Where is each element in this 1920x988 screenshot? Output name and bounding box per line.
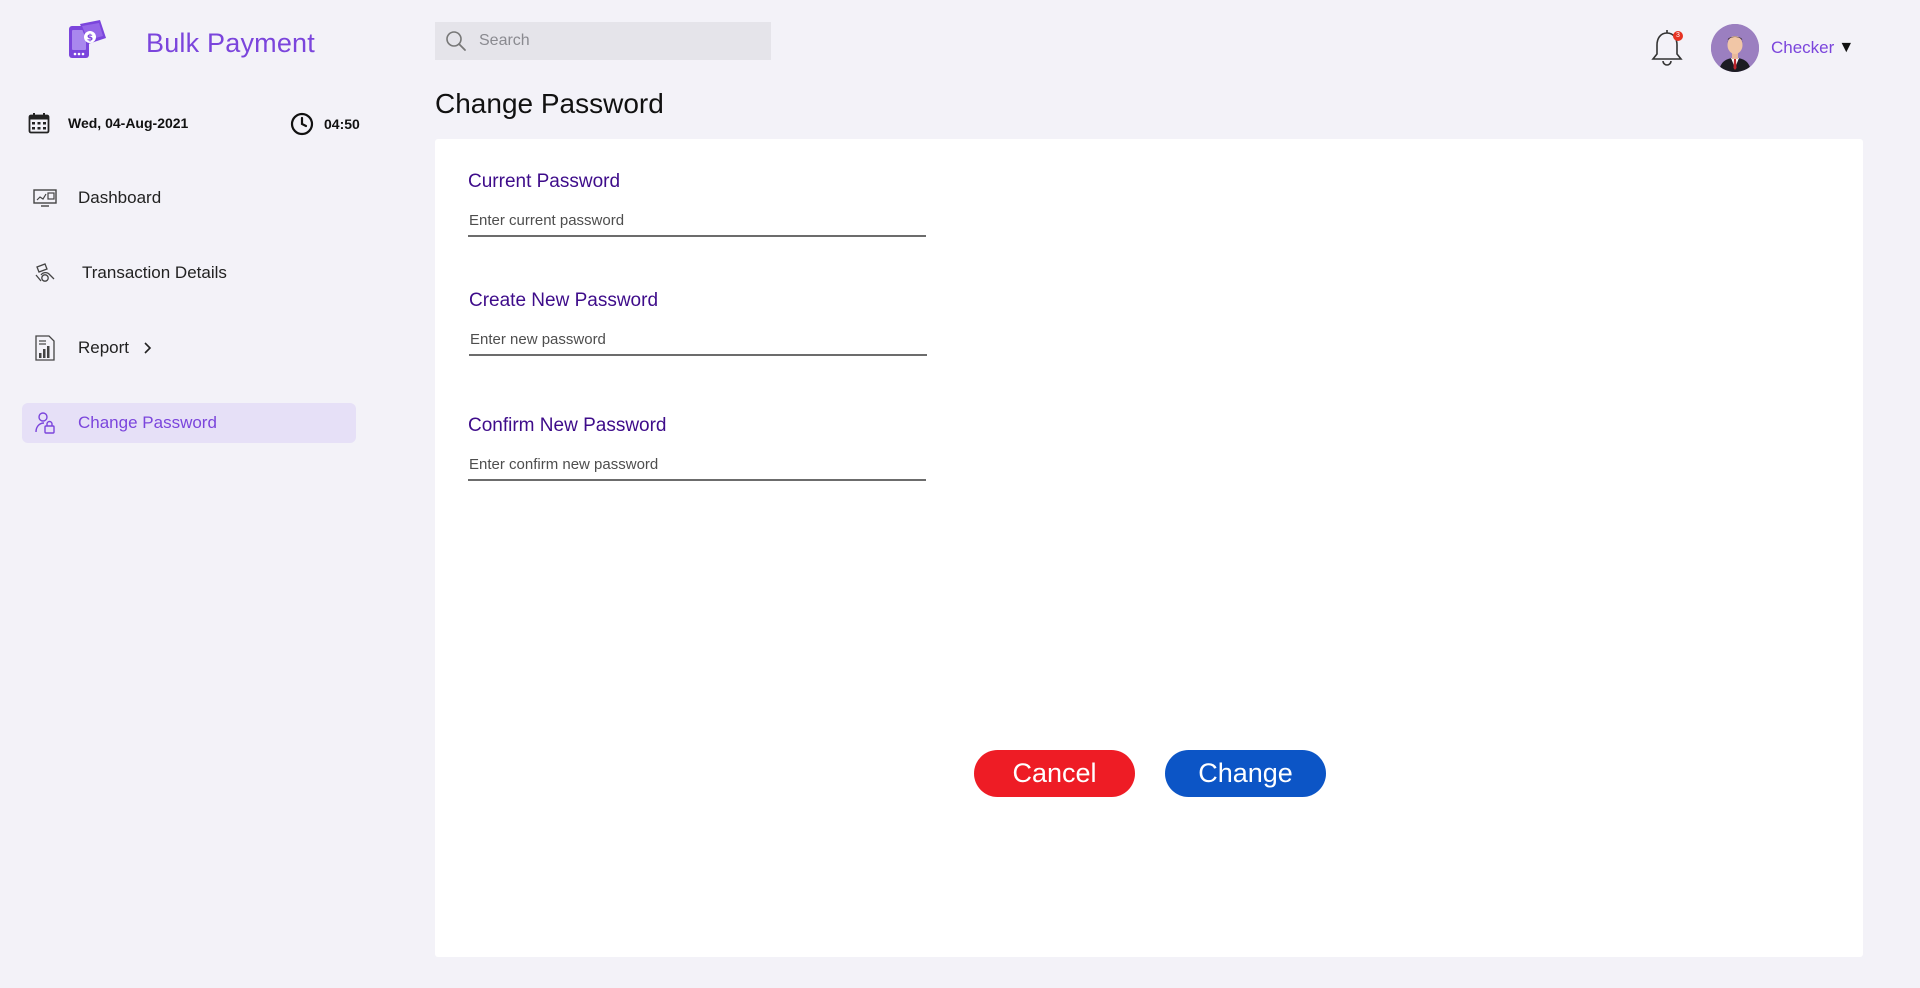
user-avatar-icon <box>1711 24 1759 72</box>
sidebar-item-change-password[interactable]: Change Password <box>22 403 356 443</box>
new-password-input[interactable] <box>469 324 927 356</box>
current-password-input[interactable] <box>468 205 926 237</box>
datetime-bar: Wed, 04-Aug-2021 04:50 <box>28 112 364 138</box>
confirm-password-input[interactable] <box>468 449 926 481</box>
svg-text:$: $ <box>87 34 93 44</box>
search-icon <box>446 31 466 51</box>
report-icon <box>32 335 58 361</box>
user-name: Checker <box>1771 38 1835 57</box>
dashboard-icon <box>32 185 58 211</box>
page-title: Change Password <box>435 88 664 119</box>
confirm-password-label: Confirm New Password <box>468 415 667 436</box>
notification-button[interactable]: 3 <box>1650 28 1686 68</box>
sidebar-item-dashboard[interactable]: Dashboard <box>22 178 356 218</box>
new-password-field: Create New Password <box>469 290 927 356</box>
clock-icon <box>290 112 314 136</box>
calendar-icon <box>28 113 50 134</box>
search-bar[interactable] <box>435 22 771 60</box>
user-menu[interactable]: Checker ▼ <box>1771 38 1854 58</box>
current-password-field: Current Password <box>468 171 926 237</box>
search-input[interactable] <box>479 32 759 50</box>
sidebar-item-report[interactable]: Report <box>22 328 356 368</box>
date-display: Wed, 04-Aug-2021 <box>28 112 188 134</box>
sidebar-item-transaction-details[interactable]: Transaction Details <box>22 253 356 293</box>
brand[interactable]: $ Bulk Payment <box>66 20 315 66</box>
sidebar-item-label: Change Password <box>78 413 217 432</box>
current-password-label: Current Password <box>468 171 621 192</box>
lock-person-icon <box>32 410 58 436</box>
change-button[interactable]: Change <box>1165 750 1326 797</box>
time-text: 04:50 <box>324 116 360 132</box>
notification-badge: 3 <box>1673 31 1683 41</box>
change-password-card: Current Password Create New Password Con… <box>435 139 1863 957</box>
app-root: $ Bulk Payment Wed, 04-Aug-2021 04:50 Da… <box>0 0 1920 988</box>
transaction-icon <box>32 260 58 286</box>
new-password-label: Create New Password <box>469 290 659 311</box>
wallet-phone-icon: $ <box>69 20 106 58</box>
sidebar-nav: Dashboard Transaction Details Report Cha… <box>22 178 356 478</box>
time-display: 04:50 <box>290 112 360 136</box>
avatar[interactable] <box>1711 24 1759 72</box>
confirm-password-field: Confirm New Password <box>468 415 926 481</box>
sidebar-item-label: Transaction Details <box>82 263 227 282</box>
cancel-button[interactable]: Cancel <box>974 750 1135 797</box>
date-text: Wed, 04-Aug-2021 <box>68 115 189 131</box>
sidebar-item-label: Dashboard <box>78 188 162 207</box>
chevron-right-icon <box>144 342 152 354</box>
app-title: Bulk Payment <box>146 27 315 58</box>
sidebar: $ Bulk Payment Wed, 04-Aug-2021 04:50 Da… <box>0 0 380 988</box>
sidebar-item-label: Report <box>78 338 130 357</box>
caret-down-icon: ▼ <box>1838 39 1855 56</box>
